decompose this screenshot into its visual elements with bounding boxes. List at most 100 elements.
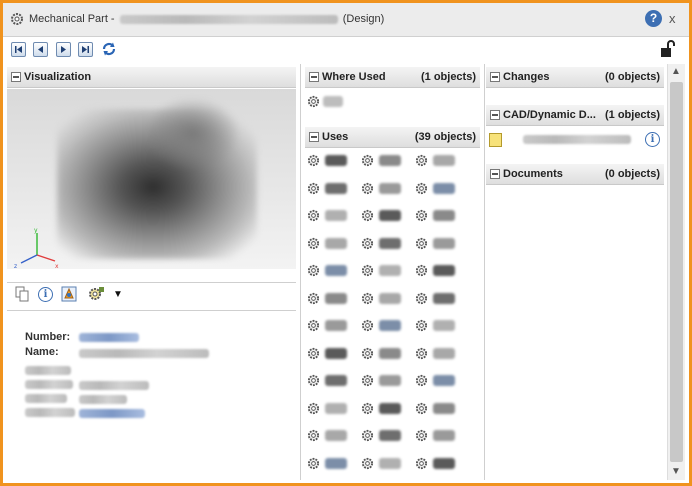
uses-item-thumbnail[interactable] (325, 265, 347, 276)
gear-icon (307, 209, 320, 222)
uses-item-thumbnail[interactable] (325, 375, 347, 386)
uses-item-thumbnail[interactable] (433, 320, 455, 331)
cad-header[interactable]: CAD/Dynamic D... (1 objects) (486, 105, 664, 126)
uses-item-thumbnail[interactable] (379, 210, 401, 221)
gear-icon (307, 237, 320, 249)
uses-item-thumbnail[interactable] (379, 430, 401, 441)
uses-item-thumbnail[interactable] (379, 292, 401, 304)
help-button[interactable]: ? (645, 10, 662, 27)
settings-gear-icon[interactable] (87, 286, 105, 302)
gear-icon (361, 264, 374, 277)
view-3d-icon[interactable] (61, 286, 77, 302)
gear-icon (307, 95, 320, 108)
window-title-redacted (119, 14, 338, 24)
uses-item-thumbnail[interactable] (379, 347, 401, 359)
uses-item-thumbnail[interactable] (325, 457, 347, 469)
name-label: Name: (25, 346, 59, 358)
collapse-icon[interactable] (309, 132, 319, 142)
uses-item-thumbnail[interactable] (433, 182, 455, 194)
uses-item-thumbnail[interactable] (433, 155, 455, 166)
copy-icon[interactable] (14, 286, 30, 302)
where-used-item[interactable] (323, 96, 343, 107)
uses-item-thumbnail[interactable] (325, 347, 347, 359)
gear-icon (361, 347, 374, 359)
uses-item-thumbnail[interactable] (379, 457, 401, 469)
uses-item-thumbnail[interactable] (433, 430, 455, 441)
gear-icon (307, 457, 320, 469)
uses-item-thumbnail[interactable] (379, 402, 401, 414)
collapse-icon[interactable] (490, 72, 500, 82)
uses-item-thumbnail[interactable] (325, 320, 347, 331)
changes-header[interactable]: Changes (0 objects) (486, 67, 664, 88)
visualization-viewer[interactable]: y x z (7, 89, 296, 269)
uses-item-thumbnail[interactable] (325, 237, 347, 249)
uses-item-thumbnail[interactable] (379, 182, 401, 194)
uses-item-thumbnail[interactable] (433, 402, 455, 414)
property-value (79, 395, 127, 404)
uses-item-thumbnail[interactable] (433, 347, 455, 359)
uses-item-thumbnail[interactable] (379, 320, 401, 331)
uses-item-thumbnail[interactable] (325, 402, 347, 414)
previous-icon (38, 46, 43, 53)
last-page-icon (82, 46, 89, 53)
gear-icon (361, 457, 374, 469)
close-button[interactable]: x (669, 11, 676, 26)
documents-count: (0 objects) (604, 168, 660, 180)
number-value[interactable] (79, 333, 139, 342)
uses-item-thumbnail[interactable] (325, 155, 347, 166)
cad-document-icon (489, 133, 502, 147)
gear-icon (361, 182, 374, 194)
divider (7, 310, 296, 311)
previous-button[interactable] (33, 42, 48, 57)
uses-item-thumbnail[interactable] (433, 265, 455, 276)
uses-item-thumbnail[interactable] (379, 155, 401, 166)
gear-icon (361, 237, 374, 249)
scrollbar-thumb[interactable] (670, 82, 683, 462)
gear-icon (361, 154, 374, 167)
uses-item-thumbnail[interactable] (433, 457, 455, 469)
uses-item-thumbnail[interactable] (325, 430, 347, 441)
uses-item-thumbnail[interactable] (325, 292, 347, 304)
collapse-icon[interactable] (11, 72, 21, 82)
chevron-down-icon[interactable]: ▼ (113, 289, 123, 300)
collapse-icon[interactable] (490, 110, 500, 120)
gear-icon (361, 292, 374, 304)
gear-icon (11, 13, 23, 25)
uses-item-thumbnail[interactable] (433, 292, 455, 304)
column-divider (300, 64, 301, 480)
uses-item-thumbnail[interactable] (379, 265, 401, 276)
info-icon[interactable]: i (645, 132, 660, 147)
unlock-icon[interactable] (660, 40, 676, 58)
uses-item-thumbnail[interactable] (433, 210, 455, 221)
first-button[interactable] (11, 42, 26, 57)
uses-item-thumbnail[interactable] (325, 182, 347, 194)
refresh-icon[interactable] (101, 41, 117, 57)
gear-icon (307, 154, 320, 167)
gear-icon (415, 209, 428, 222)
visualization-header[interactable]: Visualization (7, 67, 296, 88)
uses-item-thumbnail[interactable] (433, 237, 455, 249)
collapse-icon[interactable] (309, 72, 319, 82)
uses-header[interactable]: Uses (39 objects) (305, 127, 480, 148)
next-button[interactable] (56, 42, 71, 57)
property-link[interactable] (79, 409, 145, 418)
axis-y-label: y (34, 227, 38, 234)
info-icon[interactable]: i (38, 287, 53, 302)
gear-icon (415, 402, 428, 414)
uses-item-thumbnail[interactable] (325, 210, 347, 221)
axis-z-label: z (14, 263, 17, 269)
uses-item-thumbnail[interactable] (433, 375, 455, 386)
documents-title: Documents (503, 168, 563, 180)
gear-icon (307, 429, 320, 442)
gear-icon (415, 292, 428, 304)
cad-document-name[interactable] (523, 135, 631, 144)
scroll-up-icon[interactable]: ▲ (671, 66, 681, 77)
uses-item-thumbnail[interactable] (379, 237, 401, 249)
where-used-header[interactable]: Where Used (1 objects) (305, 67, 480, 88)
scrollbar[interactable]: ▲ ▼ (667, 64, 685, 480)
uses-item-thumbnail[interactable] (379, 375, 401, 386)
scroll-down-icon[interactable]: ▼ (671, 466, 681, 477)
last-button[interactable] (78, 42, 93, 57)
collapse-icon[interactable] (490, 169, 500, 179)
documents-header[interactable]: Documents (0 objects) (486, 164, 664, 185)
